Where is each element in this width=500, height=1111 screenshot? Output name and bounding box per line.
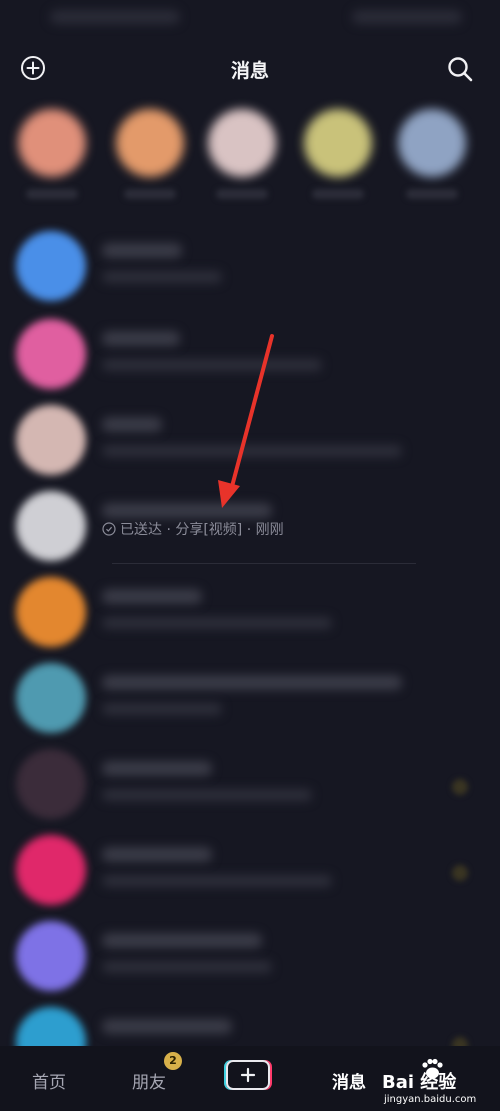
avatar xyxy=(16,663,86,733)
status-time-blur xyxy=(50,10,180,24)
contact-name-blurred xyxy=(102,503,272,518)
story-avatars-row xyxy=(0,105,500,215)
conversation-row[interactable] xyxy=(0,743,500,827)
contact-name-blurred xyxy=(102,331,180,346)
message-preview-blurred xyxy=(102,961,272,973)
contact-name-blurred xyxy=(102,417,162,432)
avatar xyxy=(16,921,86,991)
message-preview-blurred xyxy=(102,703,222,715)
watermark-url: jingyan.baidu.com xyxy=(384,1094,477,1105)
message-preview-blurred xyxy=(102,445,402,457)
story-name-blurred xyxy=(216,189,268,199)
contact-name-blurred xyxy=(102,847,212,862)
avatar xyxy=(16,835,86,905)
avatar xyxy=(398,109,466,177)
contact-name-blurred xyxy=(102,589,202,604)
message-preview-blurred xyxy=(102,789,312,801)
story-name-blurred xyxy=(406,189,458,199)
story-avatar-item[interactable] xyxy=(304,105,374,205)
tab-messages[interactable]: 消息 xyxy=(332,1068,366,1093)
story-name-blurred xyxy=(124,189,176,199)
story-avatar-item[interactable] xyxy=(398,105,468,205)
tab-friends[interactable]: 朋友 xyxy=(132,1068,166,1093)
contact-name-blurred xyxy=(102,761,212,776)
conversation-row[interactable] xyxy=(0,399,500,483)
page-title: 消息 xyxy=(230,60,269,82)
paw-icon xyxy=(422,1058,443,1079)
avatar xyxy=(304,109,372,177)
conversation-row[interactable] xyxy=(0,571,500,655)
avatar xyxy=(16,405,86,475)
friends-badge: 2 xyxy=(164,1052,182,1070)
conversation-row[interactable] xyxy=(0,225,500,309)
message-preview-blurred xyxy=(102,271,222,283)
story-avatar-item[interactable] xyxy=(208,105,278,205)
search-icon xyxy=(448,57,473,82)
status-icons-blur xyxy=(352,10,462,24)
header: 消息 xyxy=(0,42,500,94)
avatar xyxy=(16,231,86,301)
conversation-row[interactable] xyxy=(0,313,500,397)
avatar xyxy=(18,109,86,177)
message-preview-blurred xyxy=(102,617,332,629)
story-avatar-item[interactable] xyxy=(18,105,88,205)
sent-status-icon xyxy=(102,522,116,536)
avatar xyxy=(16,577,86,647)
contact-name-blurred xyxy=(102,1019,232,1034)
message-preview: 已送达 · 分享[视频] · 刚刚 xyxy=(102,519,284,539)
conversation-row[interactable]: 已送达 · 分享[视频] · 刚刚 xyxy=(0,485,500,569)
tab-home[interactable]: 首页 xyxy=(32,1068,66,1093)
row-divider xyxy=(112,563,416,564)
story-avatar-item[interactable] xyxy=(116,105,186,205)
status-dot xyxy=(452,779,468,795)
search-button[interactable] xyxy=(446,55,474,83)
story-name-blurred xyxy=(312,189,364,199)
status-bar xyxy=(0,0,500,40)
contact-name-blurred xyxy=(102,675,402,690)
avatar xyxy=(16,749,86,819)
message-preview-text: 已送达 · 分享[视频] · 刚刚 xyxy=(120,522,284,538)
plus-icon xyxy=(240,1067,256,1083)
avatar xyxy=(16,319,86,389)
contact-name-blurred xyxy=(102,933,262,948)
avatar xyxy=(208,109,276,177)
avatar xyxy=(16,491,86,561)
conversation-row[interactable] xyxy=(0,657,500,741)
story-name-blurred xyxy=(26,189,78,199)
conversation-row[interactable] xyxy=(0,915,500,999)
message-preview-blurred xyxy=(102,359,322,371)
contact-name-blurred xyxy=(102,243,182,258)
create-button[interactable] xyxy=(226,1060,270,1090)
baidu-jingyan-watermark: Bai 经验 jingyan.baidu.com xyxy=(382,1052,500,1108)
avatar xyxy=(116,109,184,177)
status-dot xyxy=(452,865,468,881)
message-preview-blurred xyxy=(102,875,332,887)
conversation-row[interactable] xyxy=(0,829,500,913)
